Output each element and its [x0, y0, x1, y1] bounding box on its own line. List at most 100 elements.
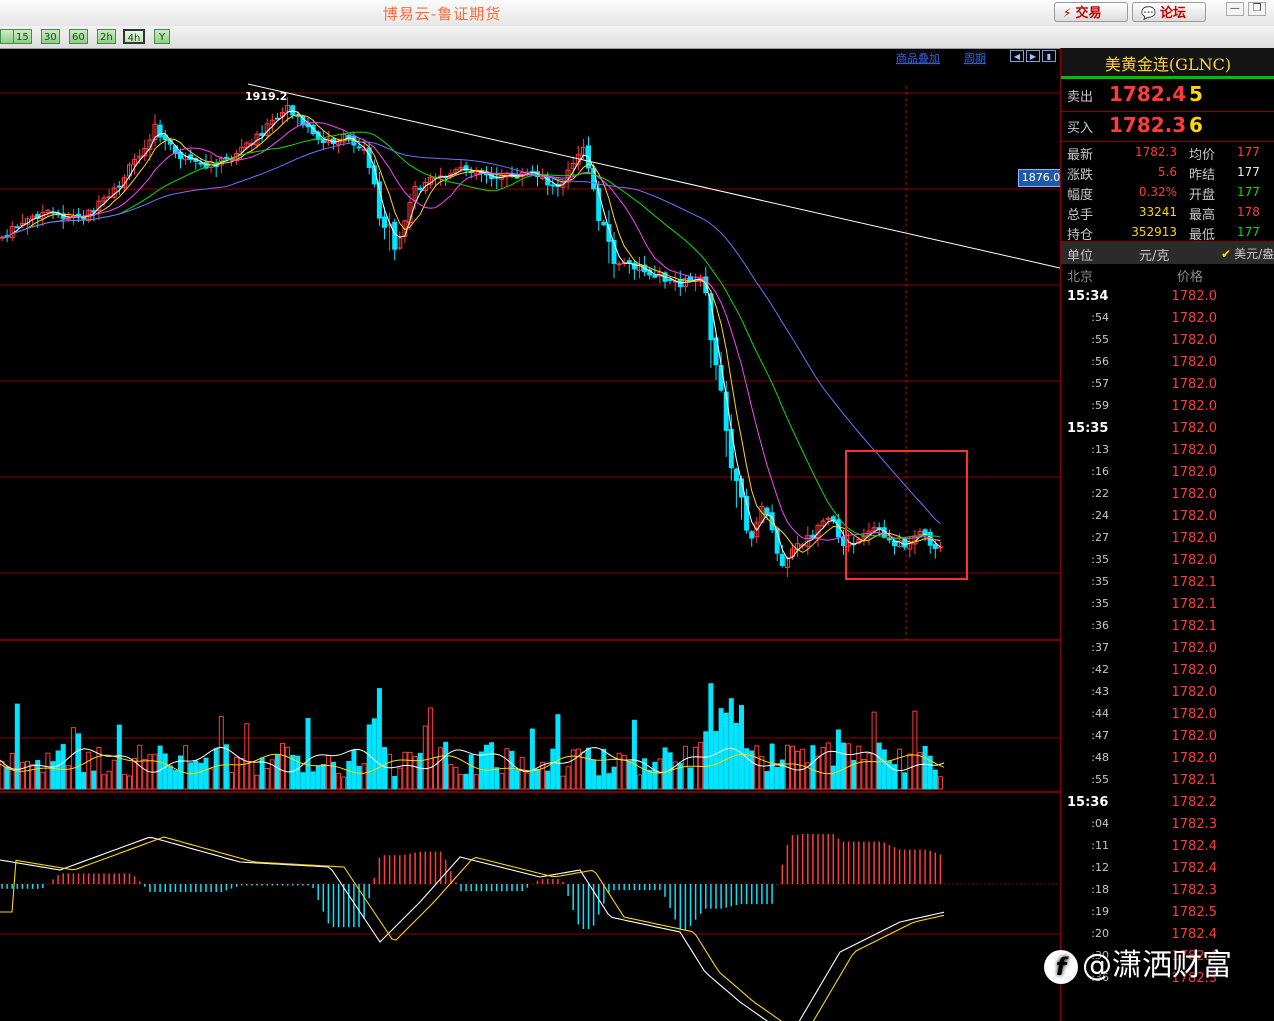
stat-value: 33241 [1138, 205, 1177, 219]
arrow-left-icon[interactable]: ◀ [1010, 50, 1024, 62]
volume-bar [387, 753, 393, 790]
volume-bar [555, 714, 561, 790]
tick-price: 1782.5 [1171, 905, 1218, 920]
volume-bar [698, 741, 704, 790]
volume-bar [397, 767, 403, 790]
volume-bar [463, 773, 469, 790]
candle-body [295, 114, 301, 117]
tick-time: :37 [1091, 641, 1109, 654]
ma20-line [1, 121, 941, 542]
volume-bar [693, 746, 699, 790]
period-button-4h[interactable]: 4h [123, 29, 145, 44]
volume-bar [545, 770, 551, 790]
volume-bar [550, 748, 556, 790]
tick-time: :57 [1091, 377, 1109, 390]
volume-bar [647, 769, 653, 790]
forum-button[interactable]: 💬 论坛 [1132, 2, 1206, 22]
tick-row: :47 1782.0 [1061, 726, 1274, 748]
volume-bar [606, 773, 612, 790]
tick-price: 1782.0 [1171, 707, 1218, 722]
stat-value: 177 [1237, 165, 1260, 179]
unit-value: 元/克 [1139, 249, 1170, 264]
period-button-15[interactable]: 15 [13, 29, 32, 44]
candle-body [14, 226, 20, 229]
tick-price: 1782.0 [1171, 443, 1218, 458]
trend-line [247, 83, 1060, 269]
volume-bar [790, 745, 795, 790]
volume-bar [637, 774, 642, 790]
volume-bar [835, 729, 841, 790]
tick-price: 1782.0 [1171, 663, 1218, 678]
candle-body [764, 507, 770, 515]
stat-value: 1782.3 [1135, 145, 1177, 159]
stat-value: 177 [1237, 145, 1260, 159]
volume-bar [244, 723, 250, 790]
volume-bar [162, 753, 168, 790]
volume-bar [912, 710, 918, 790]
tick-row: :18 1782.3 [1061, 880, 1274, 902]
chart-area[interactable]: 商品叠加 周期 ◀ ▶ ▮ 1919.2 [0, 48, 1060, 1021]
tick-time: :27 [1091, 531, 1109, 544]
overlay-link[interactable]: 商品叠加 [896, 50, 940, 66]
trade-button[interactable]: ⚡ 交易 [1054, 2, 1128, 22]
tick-price: 1782.0 [1171, 487, 1218, 502]
price-axis-tag: 1876.0 [1018, 169, 1064, 187]
volume-bar [519, 757, 525, 790]
volume-bar [922, 745, 928, 790]
tick-row: :55 1782.1 [1061, 770, 1274, 792]
volume-bar [76, 733, 81, 790]
buy-label: 买入 [1067, 121, 1094, 136]
restore-icon[interactable]: ❐ [1248, 2, 1266, 16]
volume-bar [718, 708, 724, 790]
volume-bar [825, 742, 831, 790]
volume-bar [50, 761, 56, 790]
volume-bar [81, 772, 87, 790]
tick-price: 1782.0 [1171, 531, 1218, 546]
volume-bar [208, 768, 214, 790]
volume-bar [861, 759, 867, 790]
volume-bar [652, 761, 658, 790]
volume-bar [529, 728, 535, 790]
tick-time: :36 [1091, 619, 1109, 632]
tick-time: :55 [1091, 333, 1109, 346]
tick-time: :48 [1091, 751, 1109, 764]
volume-bar [361, 763, 367, 790]
candle-body [718, 365, 724, 391]
arrow-right-icon[interactable]: ▶ [1026, 50, 1040, 62]
tick-price: 1782.0 [1171, 311, 1218, 326]
period-button-60[interactable]: 60 [69, 29, 88, 44]
period-button-y[interactable]: Y [154, 29, 170, 44]
tick-price: 1782.0 [1171, 751, 1218, 766]
tick-time: :16 [1091, 465, 1109, 478]
volume-bar [473, 774, 479, 790]
volume-bar [662, 747, 668, 790]
candle-body [886, 538, 892, 541]
cycle-link[interactable]: 周期 [964, 50, 986, 66]
kline-chart[interactable] [0, 48, 1060, 1021]
volume-bar [218, 715, 224, 790]
volume-bar [841, 742, 846, 790]
volume-bar [703, 731, 709, 790]
currency-toggle[interactable]: ✔ 美元/盎 [1221, 245, 1274, 262]
candle-body [616, 263, 622, 266]
tick-price: 1782.0 [1171, 289, 1218, 304]
volume-bar [458, 774, 464, 790]
volume-bar [514, 769, 520, 790]
volume-bar [565, 766, 571, 790]
period-button-30[interactable]: 30 [41, 29, 60, 44]
tick-row: :16 1782.0 [1061, 462, 1274, 484]
tick-row: :59 1782.0 [1061, 396, 1274, 418]
volume-bar [213, 748, 219, 790]
volume-bar [917, 752, 923, 790]
candle-body [116, 185, 122, 188]
tick-time: :22 [1091, 487, 1109, 500]
volume-bar [325, 754, 331, 790]
tick-time: :04 [1091, 817, 1109, 830]
tick-time: :24 [1091, 509, 1109, 522]
minimize-icon[interactable]: — [1226, 2, 1244, 16]
volume-bar [866, 753, 872, 790]
candle-body [749, 531, 755, 539]
expand-icon[interactable]: ▮ [1042, 50, 1056, 62]
volume-bar [183, 745, 189, 790]
period-button-2h[interactable]: 2h [97, 29, 116, 44]
